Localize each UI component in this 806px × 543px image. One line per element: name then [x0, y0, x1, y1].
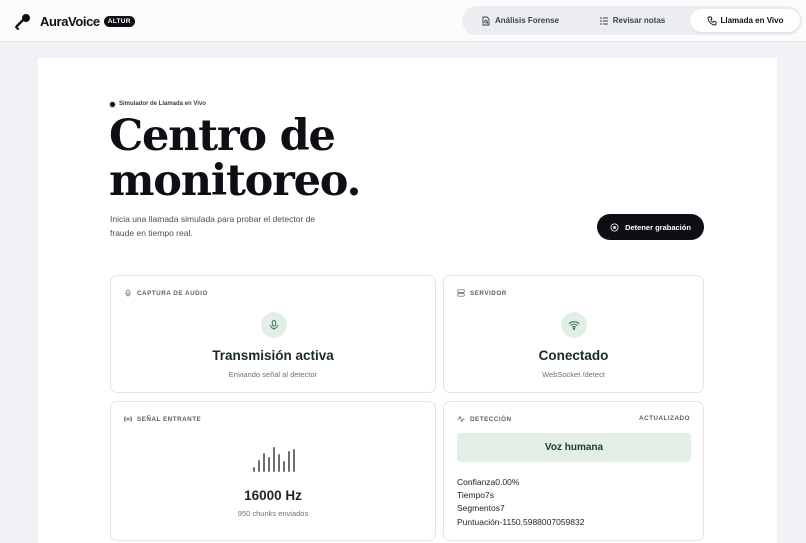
metric-confidence: Confianza0.00% — [457, 477, 520, 487]
page-title-line-2: monitoreo. — [109, 156, 361, 206]
metric-segments: Segmentos7 — [457, 503, 505, 514]
page-description: Inicia una llamada simulada para probar … — [110, 214, 316, 238]
wifi-status-icon — [561, 312, 587, 338]
app-badge: ALTUR — [103, 15, 135, 27]
page-title: Centro de monitoreo. — [109, 111, 361, 206]
eyebrow: Simulador de Llamada en Vivo — [110, 101, 206, 107]
microphone-icon — [270, 320, 278, 330]
incoming-signal-panel: SEÑAL ENTRANTE 16000 Hz 950 chunks envia… — [110, 401, 436, 541]
server-status-title: Conectado — [538, 348, 609, 363]
panel-label-text: DETECCIÓN — [470, 415, 512, 423]
tab-label: Llamada en Vivo — [720, 16, 784, 25]
panel-label: SERVIDOR — [457, 289, 507, 297]
metric-time: Tiempo7s — [457, 490, 495, 501]
list-icon — [599, 17, 608, 24]
audio-capture-panel: CAPTURA DE AUDIO Transmisión activa Envi… — [110, 275, 436, 393]
server-panel: SERVIDOR Conectado WebSocket /detect — [443, 275, 704, 393]
phone-icon — [707, 16, 716, 25]
waveform-icon — [253, 447, 295, 472]
panel-label: SEÑAL ENTRANTE — [124, 415, 201, 423]
microphone-icon — [125, 289, 131, 297]
panel-label: DETECCIÓN — [457, 415, 512, 423]
eyebrow-text: Simulador de Llamada en Vivo — [119, 101, 206, 107]
logo-icon — [15, 14, 30, 30]
detection-metrics: Confianza0.00% Tiempo7s Segmentos7 Puntu… — [457, 476, 584, 529]
tab-analisis-forense[interactable]: Análisis Forense — [466, 9, 574, 32]
broadcast-icon — [124, 416, 132, 422]
tab-label: Análisis Forense — [494, 16, 560, 25]
chunks-sent-count: 950 chunks enviados — [237, 509, 309, 518]
wifi-icon — [568, 321, 580, 330]
microphone-status-icon — [261, 312, 287, 338]
live-dot-icon — [110, 101, 115, 107]
detection-panel: DETECCIÓN ACTUALIZADO Voz humana Confian… — [443, 401, 704, 541]
activity-icon — [457, 415, 465, 423]
panel-label-text: SERVIDOR — [470, 289, 507, 297]
tab-label: Revisar notas — [612, 16, 666, 25]
stop-recording-label: Detener grabación — [625, 222, 691, 232]
document-search-icon — [482, 16, 490, 25]
detection-status-badge: ACTUALIZADO — [639, 415, 690, 422]
panel-label-text: SEÑAL ENTRANTE — [137, 415, 202, 423]
sample-rate-value: 16000 Hz — [244, 488, 302, 503]
page-title-line-1: Centro de — [109, 111, 336, 161]
app-logo[interactable]: AuraVoice ALTUR — [14, 11, 135, 31]
top-bar: AuraVoice ALTUR Análisis Forense Revisar… — [0, 0, 806, 42]
main-nav: Análisis Forense Revisar notas Llamada e… — [462, 6, 802, 35]
audio-status-title: Transmisión activa — [212, 348, 334, 363]
tab-llamada-en-vivo[interactable]: Llamada en Vivo — [690, 9, 800, 32]
app-name: AuraVoice — [40, 13, 100, 29]
metric-score: Puntuación-1150.5988007059832 — [457, 516, 585, 527]
panel-label-text: CAPTURA DE AUDIO — [137, 289, 208, 297]
detection-verdict: Voz humana — [457, 433, 691, 462]
server-status-subtitle: WebSocket /detect — [542, 370, 605, 379]
stop-recording-button[interactable]: Detener grabación — [597, 214, 704, 240]
tab-revisar-notas[interactable]: Revisar notas — [578, 9, 686, 32]
audio-status-subtitle: Enviando señal al detector — [228, 370, 318, 379]
server-icon — [457, 289, 465, 297]
panel-label: CAPTURA DE AUDIO — [124, 289, 208, 297]
stop-circle-icon — [610, 222, 619, 232]
